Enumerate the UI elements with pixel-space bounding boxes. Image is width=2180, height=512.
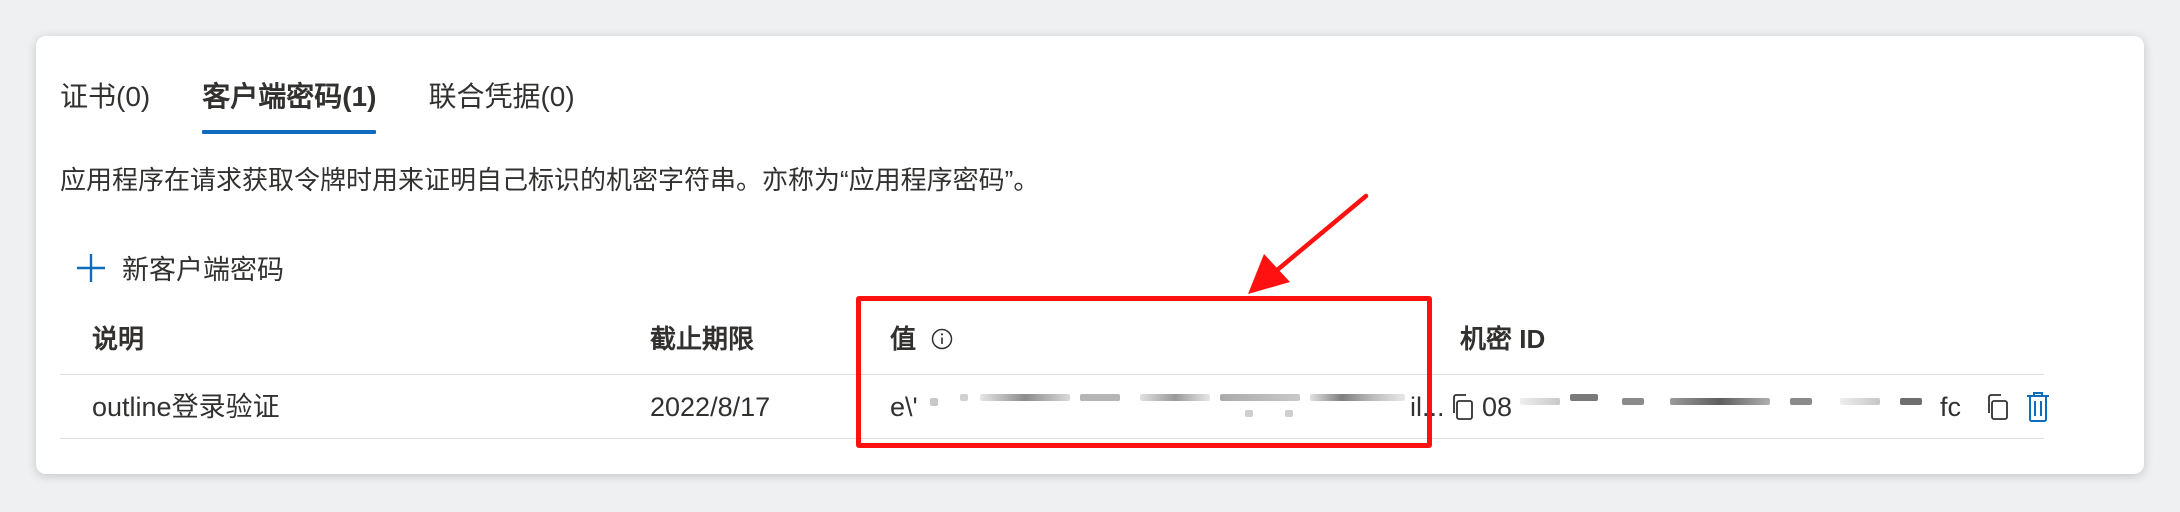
copy-value-icon[interactable] bbox=[1450, 392, 1476, 422]
redacted-id-segment bbox=[1670, 398, 1770, 405]
tab-certificates[interactable]: 证书(0) bbox=[60, 74, 150, 134]
new-client-secret-button[interactable]: 新客户端密码 bbox=[74, 248, 284, 287]
redacted-id-segment bbox=[1790, 398, 1812, 405]
annotation-arrow-icon bbox=[1248, 193, 1369, 294]
value-highlight-box bbox=[856, 296, 1432, 448]
row-secret-id: 08 bbox=[1482, 376, 1512, 438]
copy-secret-id-icon[interactable] bbox=[1985, 392, 2011, 422]
redacted-id-segment bbox=[1900, 398, 1922, 405]
row-secret-id-suffix: fc bbox=[1940, 392, 1962, 422]
plus-icon bbox=[77, 253, 105, 282]
row-description: outline登录验证 bbox=[92, 392, 280, 422]
header-secret-id: 机密 ID bbox=[1460, 324, 1546, 354]
redacted-id-segment bbox=[1570, 394, 1598, 401]
row-expires: 2022/8/17 bbox=[650, 392, 771, 422]
new-client-secret-label: 新客户端密码 bbox=[122, 255, 284, 285]
delete-icon[interactable] bbox=[2024, 390, 2052, 424]
header-expires: 截止期限 bbox=[650, 324, 755, 354]
client-secrets-description: 应用程序在请求获取令牌时用来证明自己标识的机密字符串。亦称为“应用程序密码”。 bbox=[60, 165, 1040, 195]
tab-client-secrets[interactable]: 客户端密码(1) bbox=[202, 74, 377, 134]
tab-federated-credentials[interactable]: 联合凭据(0) bbox=[428, 74, 574, 134]
row-secret-id-prefix: 08 bbox=[1482, 392, 1513, 422]
redacted-id-segment bbox=[1622, 398, 1644, 405]
redacted-id-segment bbox=[1840, 398, 1880, 405]
credential-tabs: 证书(0) 客户端密码(1) 联合凭据(0) bbox=[60, 74, 575, 134]
header-description: 说明 bbox=[92, 324, 145, 354]
client-secrets-panel: 证书(0) 客户端密码(1) 联合凭据(0) 应用程序在请求获取令牌时用来证明自… bbox=[36, 36, 2144, 474]
redacted-id-segment bbox=[1520, 398, 1560, 405]
